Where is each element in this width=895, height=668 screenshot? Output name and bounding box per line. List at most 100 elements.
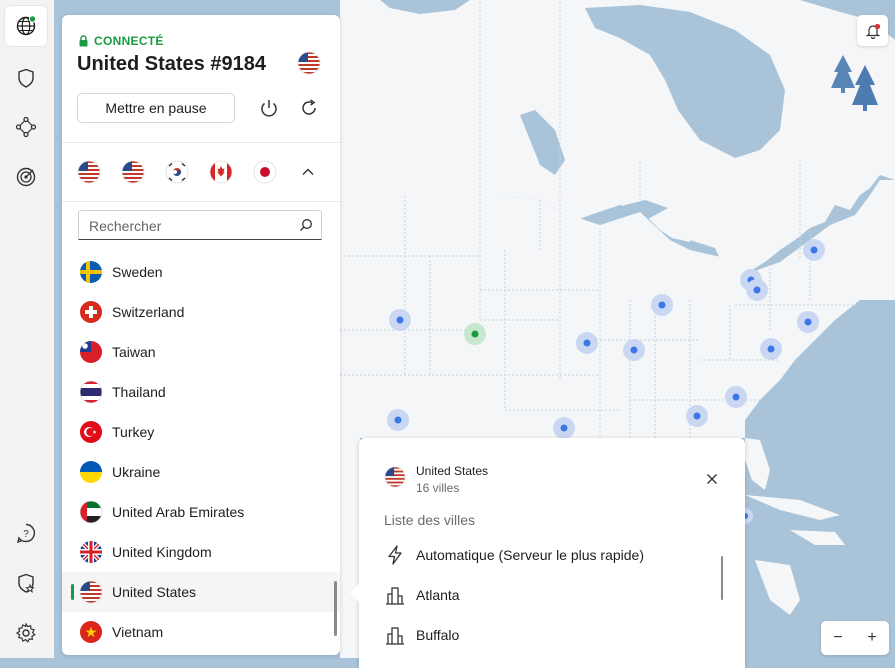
- recent-ca[interactable]: [209, 160, 233, 189]
- flag-ch-icon: [80, 301, 102, 323]
- server-marker: [732, 393, 740, 401]
- status-text: CONNECTÉ: [94, 34, 164, 48]
- recent-us-2[interactable]: [121, 160, 145, 189]
- country-item-thailand[interactable]: Thailand: [62, 372, 340, 412]
- flag-us-icon: [121, 160, 145, 184]
- selected-indicator: [71, 584, 74, 600]
- reconnect-button[interactable]: [296, 95, 322, 121]
- flag-jp-icon: [253, 160, 277, 184]
- country-label: United Arab Emirates: [112, 504, 245, 520]
- globe-icon: [16, 15, 37, 36]
- server-marker: [560, 424, 568, 432]
- pause-button[interactable]: Mettre en pause: [77, 93, 235, 123]
- flag-se-icon: [80, 261, 102, 283]
- country-label: Ukraine: [112, 464, 161, 480]
- country-item-turkey[interactable]: Turkey: [62, 412, 340, 452]
- recent-kr[interactable]: [165, 160, 189, 189]
- popup-country-name: United States: [416, 464, 489, 478]
- country-item-taiwan[interactable]: Taiwan: [62, 332, 340, 372]
- divider: [62, 201, 340, 202]
- city-item-atlanta[interactable]: Atlanta: [384, 580, 460, 610]
- server-marker: [804, 318, 812, 326]
- city-popup: United States 16 villes Liste des villes…: [350, 438, 745, 668]
- country-label: Vietnam: [112, 624, 164, 640]
- rail-threat-button[interactable]: [5, 157, 47, 197]
- server-marker: [753, 286, 761, 294]
- flag-tw-icon: [80, 341, 102, 363]
- recent-jp[interactable]: [253, 160, 277, 189]
- close-icon: [707, 474, 717, 484]
- bell-icon: [865, 23, 880, 39]
- shield-icon: [18, 68, 34, 88]
- settings-icon: [15, 622, 36, 643]
- country-item-switzerland[interactable]: Switzerland: [62, 292, 340, 332]
- city-icon: [384, 584, 406, 606]
- flag-vn-icon: [80, 621, 102, 643]
- country-item-united-states[interactable]: United States: [62, 572, 340, 612]
- zoom-controls: − +: [821, 621, 889, 655]
- country-item-sweden[interactable]: Sweden: [62, 252, 340, 292]
- server-marker: [583, 339, 591, 347]
- flag-us-icon: [79, 580, 103, 604]
- country-label: Sweden: [112, 264, 163, 280]
- city-label: Automatique (Serveur le plus rapide): [416, 547, 645, 563]
- country-label: United States: [112, 584, 197, 600]
- server-name: United States #9184: [77, 53, 266, 75]
- country-list: Sweden Switzerland Taiwan Thailand Turke…: [62, 252, 340, 652]
- flag-ca-icon: [209, 160, 233, 184]
- city-label: Buffalo: [416, 627, 460, 643]
- help-icon: ?: [16, 523, 36, 544]
- search-box[interactable]: [78, 210, 322, 240]
- rail-meshnet-button[interactable]: [5, 107, 47, 147]
- connection-status: CONNECTÉ: [78, 34, 164, 48]
- city-icon: [384, 624, 406, 646]
- shield-star-icon: [18, 573, 35, 593]
- rail-shield-button[interactable]: [5, 58, 47, 98]
- list-scrollbar[interactable]: [334, 581, 337, 636]
- city-label: Atlanta: [416, 587, 460, 603]
- lock-icon: [79, 35, 88, 47]
- flag-us-icon: [297, 51, 321, 75]
- country-item-ukraine[interactable]: Ukraine: [62, 452, 340, 492]
- popup-close-button[interactable]: [702, 469, 722, 489]
- zoom-in-button[interactable]: +: [855, 621, 889, 655]
- popup-scrollbar[interactable]: [721, 556, 723, 600]
- disconnect-button[interactable]: [256, 95, 282, 121]
- divider: [62, 142, 340, 143]
- server-marker: [810, 246, 818, 254]
- rail-settings-button[interactable]: [5, 613, 47, 653]
- flag-us-icon: [384, 466, 406, 488]
- city-item-buffalo[interactable]: Buffalo: [384, 620, 459, 650]
- popup-pointer: [350, 584, 359, 602]
- connection-panel: CONNECTÉ United States #9184 Mettre en p…: [62, 15, 340, 655]
- sidebar-rail: ?: [0, 0, 54, 658]
- rail-help-button[interactable]: ?: [5, 513, 47, 553]
- country-item-uk[interactable]: United Kingdom: [62, 532, 340, 572]
- server-marker: [394, 416, 402, 424]
- country-item-uae[interactable]: United Arab Emirates: [62, 492, 340, 532]
- server-marker: [693, 412, 701, 420]
- country-label: Thailand: [112, 384, 166, 400]
- server-flag: [297, 51, 321, 80]
- flag-us-icon: [77, 160, 101, 184]
- popup-flag: [384, 466, 406, 493]
- search-input[interactable]: [87, 216, 291, 236]
- city-item-automatic[interactable]: Automatique (Serveur le plus rapide): [384, 540, 644, 570]
- recent-us-1[interactable]: [77, 160, 101, 189]
- flag-tr-icon: [80, 421, 102, 443]
- flag-ae-icon: [79, 500, 103, 524]
- collapse-recents-button[interactable]: [295, 159, 321, 185]
- country-label: United Kingdom: [112, 544, 212, 560]
- flag-ua-icon: [80, 461, 102, 483]
- svg-text:?: ?: [23, 529, 29, 540]
- power-icon: [261, 100, 277, 117]
- rail-shield-star-button[interactable]: [5, 563, 47, 603]
- server-marker: [767, 345, 775, 353]
- country-item-vietnam[interactable]: Vietnam: [62, 612, 340, 652]
- server-marker: [658, 301, 666, 309]
- rail-globe-button[interactable]: [5, 6, 47, 46]
- flag-th-icon: [79, 380, 103, 404]
- server-marker: [630, 346, 638, 354]
- zoom-out-button[interactable]: −: [821, 621, 855, 655]
- notifications-button[interactable]: [857, 15, 888, 46]
